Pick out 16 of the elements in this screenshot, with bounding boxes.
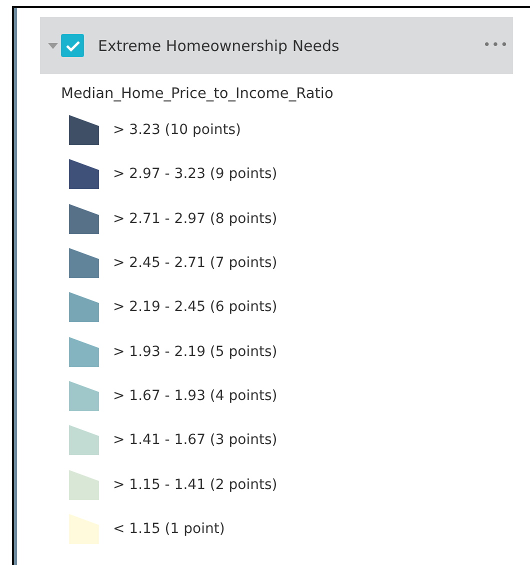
layer-checkbox[interactable] (61, 34, 84, 57)
legend-label: > 1.41 - 1.67 (3 points) (113, 432, 278, 448)
layer-title: Extreme Homeownership Needs (98, 36, 340, 54)
more-button[interactable]: ••• (482, 38, 509, 53)
legend-label: > 1.15 - 1.41 (2 points) (113, 476, 278, 493)
legend-label: > 2.45 - 2.71 (7 points) (113, 255, 278, 272)
legend-label: > 1.67 - 1.93 (4 points) (113, 388, 278, 404)
legend-label: > 3.23 (10 points) (113, 122, 241, 138)
caret-icon[interactable] (48, 42, 58, 48)
check-icon (64, 40, 80, 52)
legend-label: > 2.71 - 2.97 (8 points) (113, 210, 278, 227)
legend-label: < 1.15 (1 point) (113, 520, 225, 537)
legend-label: > 2.97 - 3.23 (9 points) (113, 166, 278, 182)
legend-label: > 1.93 - 2.19 (5 points) (113, 344, 278, 360)
legend-label: > 2.19 - 2.45 (6 points) (113, 299, 278, 316)
field-name: Median_Home_Price_to_Income_Ratio (61, 86, 334, 102)
